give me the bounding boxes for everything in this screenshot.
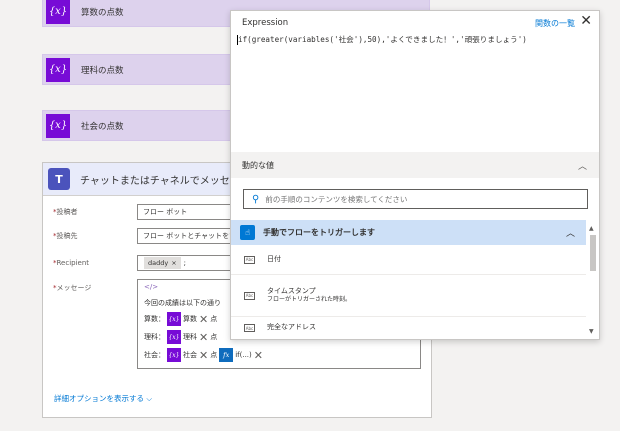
function-list-link[interactable]: 関数の一覧	[535, 18, 575, 29]
variable-card-title: 社会の点数	[81, 121, 124, 132]
dynamic-item-full-address[interactable]: Abc 完全なアドレス	[231, 317, 586, 339]
variable-card-title: 理科の点数	[81, 65, 124, 76]
chevron-up-icon[interactable]: ︿	[566, 226, 575, 239]
message-text-line: 今回の成績は以下の通り	[144, 299, 221, 307]
token-remove-icon[interactable]: ✕	[254, 350, 263, 361]
field-type-icon: Abc	[244, 255, 255, 264]
variable-icon: {x}	[46, 113, 70, 138]
expression-tab[interactable]: Expression	[242, 18, 288, 28]
trigger-section-header[interactable]: ☝ 手動でフローをトリガーします ︿	[231, 220, 586, 245]
dynamic-item-timestamp[interactable]: Abc タイムスタンプ フローがトリガーされた時刻。	[231, 275, 586, 317]
chevron-down-icon: ⌵	[146, 394, 153, 403]
expression-input[interactable]: if(greater(variables('社会'),50),'よくできました！…	[237, 34, 594, 150]
message-score-line-science: 理科： {x} 理科 ✕ 点	[144, 330, 218, 344]
field-type-icon: Abc	[244, 324, 255, 332]
chip-remove-icon[interactable]: ×	[171, 259, 176, 267]
token-remove-icon[interactable]: ✕	[199, 332, 208, 343]
variable-token-icon[interactable]: {x}	[167, 312, 181, 326]
close-icon[interactable]: ✕	[580, 13, 592, 29]
variable-icon: {x}	[46, 0, 70, 24]
chevron-up-icon[interactable]: ︿	[578, 159, 587, 172]
variable-icon: {x}	[46, 57, 70, 82]
search-icon: ⚲	[252, 193, 260, 205]
dynamic-content-header[interactable]: 動的な値 ︿	[231, 152, 599, 178]
dynamic-item-date[interactable]: Abc 日付	[231, 245, 586, 275]
recipient-chip[interactable]: daddy ×	[144, 257, 181, 269]
token-remove-icon[interactable]: ✕	[199, 314, 208, 325]
teams-card-title: チャットまたはチャネルでメッセージ	[80, 175, 250, 187]
expression-panel: Expression 関数の一覧 ✕ if(greater(variables(…	[230, 10, 600, 340]
teams-icon: T	[48, 168, 70, 190]
message-label: *メッセージ	[53, 284, 92, 292]
poster-label: *投稿者	[53, 208, 78, 216]
code-view-icon[interactable]: </>	[144, 283, 158, 291]
scroll-down-icon[interactable]: ▼	[589, 328, 594, 335]
recipient-label: *Recipient	[53, 259, 90, 267]
variable-card-title: 算数の点数	[81, 7, 124, 18]
variable-token-icon[interactable]: {x}	[167, 330, 181, 344]
post-in-label: *投稿先	[53, 232, 78, 240]
expression-token[interactable]: if(...)	[235, 351, 252, 359]
scroll-up-icon[interactable]: ▲	[589, 225, 594, 232]
scrollbar-thumb[interactable]	[590, 235, 596, 271]
manual-trigger-icon: ☝	[240, 225, 255, 240]
token-remove-icon[interactable]: ✕	[199, 350, 208, 361]
search-input[interactable]	[265, 194, 566, 204]
fx-icon[interactable]: fx	[219, 348, 234, 362]
message-score-line-social: 社会： {x} 社会 ✕ 点 fx if(...) ✕	[144, 348, 263, 362]
dynamic-content-search[interactable]: ⚲	[243, 189, 588, 209]
message-score-line-math: 算数： {x} 算数 ✕ 点	[144, 312, 218, 326]
field-type-icon: Abc	[244, 291, 255, 300]
variable-token-icon[interactable]: {x}	[167, 348, 181, 362]
dynamic-list-scrollbar[interactable]: ▲ ▼	[589, 225, 596, 335]
show-advanced-options-link[interactable]: 詳細オプションを表示する ⌵	[54, 393, 152, 404]
